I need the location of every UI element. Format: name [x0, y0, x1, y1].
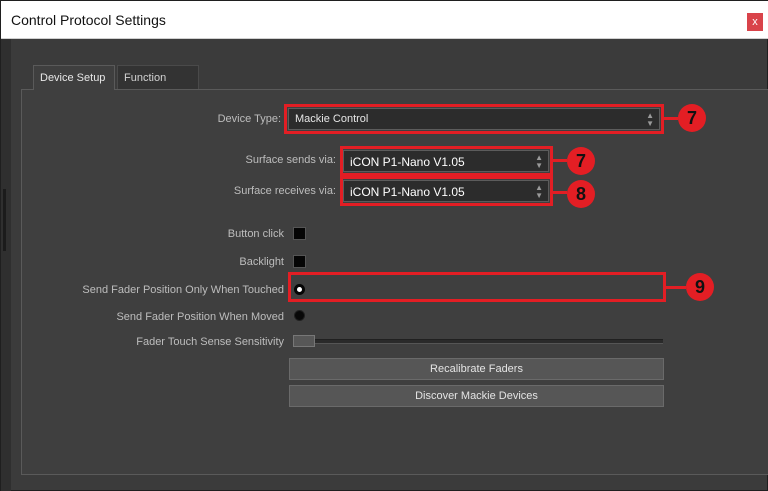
window-left-edge — [1, 39, 11, 491]
control-protocol-settings-window: Control Protocol Settings x Device Setup… — [0, 0, 768, 491]
title-bar: Control Protocol Settings x — [1, 1, 768, 39]
send-fader-touched-radio[interactable] — [294, 284, 305, 295]
callout-9-send-fader-touched: 9 — [686, 273, 714, 301]
tab-function-keys[interactable]: Function Keys — [117, 65, 199, 109]
device-type-label: Device Type: — [217, 113, 281, 125]
fader-sensitivity-slider-handle[interactable] — [293, 335, 315, 347]
device-setup-panel — [21, 89, 768, 475]
surface-sends-callout-line — [553, 159, 567, 162]
chevron-updown-icon: ▲ ▼ — [646, 111, 654, 128]
surface-sends-label: Surface sends via: — [245, 154, 337, 166]
backlight-label: Backlight — [239, 256, 284, 268]
chevron-updown-icon: ▲ ▼ — [535, 183, 543, 200]
tab-device-setup[interactable]: Device Setup — [33, 65, 115, 90]
surface-receives-label: Surface receives via: — [233, 185, 336, 197]
send-fader-touched-label: Send Fader Position Only When Touched — [82, 284, 284, 296]
fader-sensitivity-label: Fader Touch Sense Sensitivity — [136, 336, 284, 348]
callout-8-surface-receives: 8 — [567, 180, 595, 208]
device-type-dropdown[interactable]: Mackie Control ▲ ▼ — [288, 108, 660, 130]
fader-sensitivity-slider-track[interactable] — [293, 339, 663, 344]
surface-sends-value: iCON P1-Nano V1.05 — [350, 155, 465, 169]
callout-7-device-type: 7 — [678, 104, 706, 132]
window-title: Control Protocol Settings — [11, 12, 166, 28]
send-fader-moved-label: Send Fader Position When Moved — [116, 311, 284, 323]
surface-receives-callout-line — [553, 191, 567, 194]
device-type-callout-line — [664, 117, 678, 120]
recalibrate-faders-button[interactable]: Recalibrate Faders — [289, 358, 664, 380]
close-icon[interactable]: x — [747, 13, 763, 31]
button-click-label: Button click — [227, 228, 284, 240]
surface-receives-value: iCON P1-Nano V1.05 — [350, 185, 465, 199]
surface-sends-dropdown[interactable]: iCON P1-Nano V1.05 ▲ ▼ — [343, 150, 549, 172]
send-fader-moved-radio[interactable] — [294, 310, 305, 321]
callout-7-surface-sends: 7 — [567, 147, 595, 175]
discover-mackie-devices-button[interactable]: Discover Mackie Devices — [289, 385, 664, 407]
send-fader-touched-callout-line — [666, 286, 686, 289]
backlight-checkbox[interactable] — [293, 255, 306, 268]
chevron-updown-icon: ▲ ▼ — [535, 153, 543, 170]
edge-marker — [3, 189, 6, 251]
surface-receives-dropdown[interactable]: iCON P1-Nano V1.05 ▲ ▼ — [343, 180, 549, 202]
button-click-checkbox[interactable] — [293, 227, 306, 240]
device-type-value: Mackie Control — [295, 113, 369, 125]
